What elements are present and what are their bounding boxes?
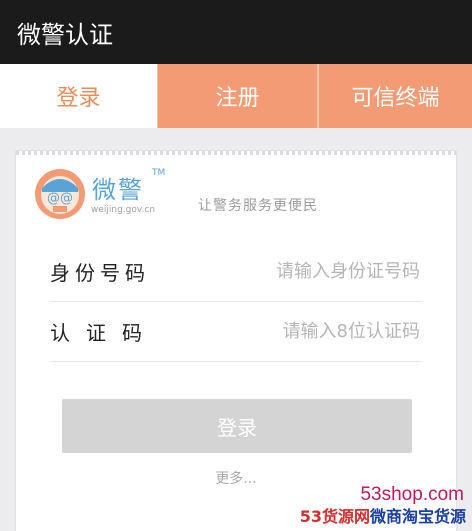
tab-bar: 登录 注册 可信终端 [0, 64, 472, 128]
auth-code-label: 认证码 [50, 320, 158, 345]
auth-code-input[interactable] [190, 319, 422, 343]
svg-text:@@: @@ [47, 191, 73, 206]
id-number-input[interactable] [190, 259, 422, 283]
brand-trademark: TM [152, 168, 166, 178]
watermark-tagline: 微商淘宝货源 [369, 507, 466, 526]
id-number-row: 身份号码 [50, 241, 422, 302]
tab-register[interactable]: 注册 [157, 64, 317, 128]
brand-domain: weijing.gov.cn [91, 205, 156, 215]
card-divider [16, 151, 456, 155]
police-logo-icon: @@ [35, 169, 85, 219]
tab-login[interactable]: 登录 [0, 64, 157, 128]
window-title: 微警认证 [17, 20, 113, 49]
brand-header: @@ 微警 TM weijing.gov.cn 让警务服务更便民 [34, 168, 444, 224]
watermark-site-name: 53货源网 [299, 507, 370, 526]
brand-slogan: 让警务服务更便民 [198, 198, 318, 214]
title-bar: 微警认证 [0, 0, 472, 64]
watermark-brand: 53货源网微商淘宝货源 [300, 503, 466, 527]
login-card: @@ 微警 TM weijing.gov.cn 让警务服务更便民 身份号码 认证… [16, 151, 456, 531]
id-number-label: 身份号码 [50, 260, 150, 285]
brand-name: 微警 [92, 176, 144, 204]
tab-trusted-device[interactable]: 可信终端 [317, 64, 472, 128]
login-button[interactable]: 登录 [62, 399, 412, 453]
auth-code-row: 认证码 [50, 301, 422, 362]
